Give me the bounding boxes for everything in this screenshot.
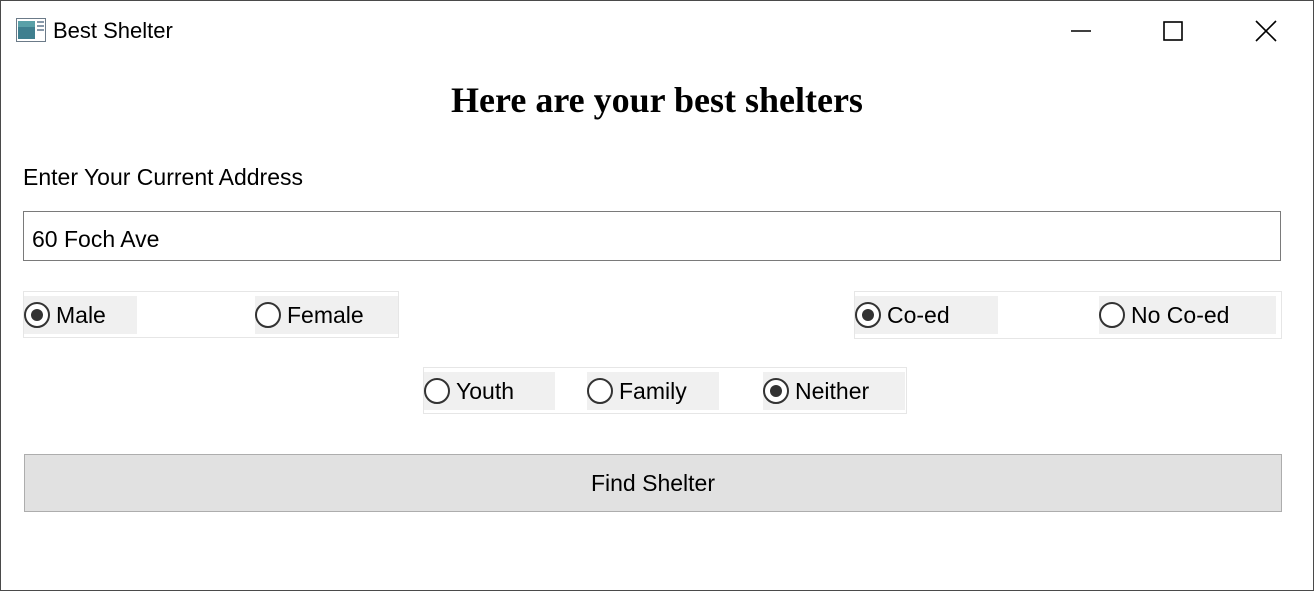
- close-button[interactable]: [1243, 11, 1289, 51]
- maximize-button[interactable]: [1150, 11, 1196, 51]
- address-label: Enter Your Current Address: [23, 164, 303, 190]
- gender-radio-group: Male Female: [23, 291, 399, 338]
- title-bar[interactable]: Best Shelter: [1, 1, 1313, 59]
- app-icon: [16, 18, 46, 42]
- radio-label: Co-ed: [887, 302, 950, 328]
- radio-button-icon: [24, 302, 50, 328]
- close-icon: [1255, 20, 1277, 42]
- radio-label: Neither: [795, 378, 870, 404]
- radio-label: Family: [619, 378, 687, 404]
- window-title: Best Shelter: [53, 18, 173, 43]
- find-shelter-button[interactable]: Find Shelter: [24, 454, 1282, 512]
- radio-youth[interactable]: Youth: [424, 372, 555, 410]
- radio-family[interactable]: Family: [587, 372, 719, 410]
- radio-button-icon: [855, 302, 881, 328]
- radio-female[interactable]: Female: [255, 296, 398, 334]
- minimize-button[interactable]: [1058, 11, 1104, 51]
- radio-label: Youth: [456, 378, 514, 404]
- page-heading: Here are your best shelters: [451, 80, 863, 120]
- radio-male[interactable]: Male: [24, 296, 137, 334]
- maximize-icon: [1163, 21, 1183, 41]
- radio-co-ed[interactable]: Co-ed: [855, 296, 998, 334]
- radio-button-icon: [763, 378, 789, 404]
- radio-no-co-ed[interactable]: No Co-ed: [1099, 296, 1276, 334]
- radio-neither[interactable]: Neither: [763, 372, 905, 410]
- radio-button-icon: [255, 302, 281, 328]
- radio-button-icon: [587, 378, 613, 404]
- category-radio-group: Youth Family Neither: [423, 367, 907, 414]
- radio-button-icon: [1099, 302, 1125, 328]
- address-input[interactable]: [23, 211, 1281, 261]
- radio-label: Male: [56, 302, 106, 328]
- app-window: Best Shelter Here are your best shelters…: [0, 0, 1314, 591]
- minimize-icon: [1071, 30, 1091, 32]
- radio-label: Female: [287, 302, 364, 328]
- radio-label: No Co-ed: [1131, 302, 1230, 328]
- radio-button-icon: [424, 378, 450, 404]
- coed-radio-group: Co-ed No Co-ed: [854, 291, 1282, 339]
